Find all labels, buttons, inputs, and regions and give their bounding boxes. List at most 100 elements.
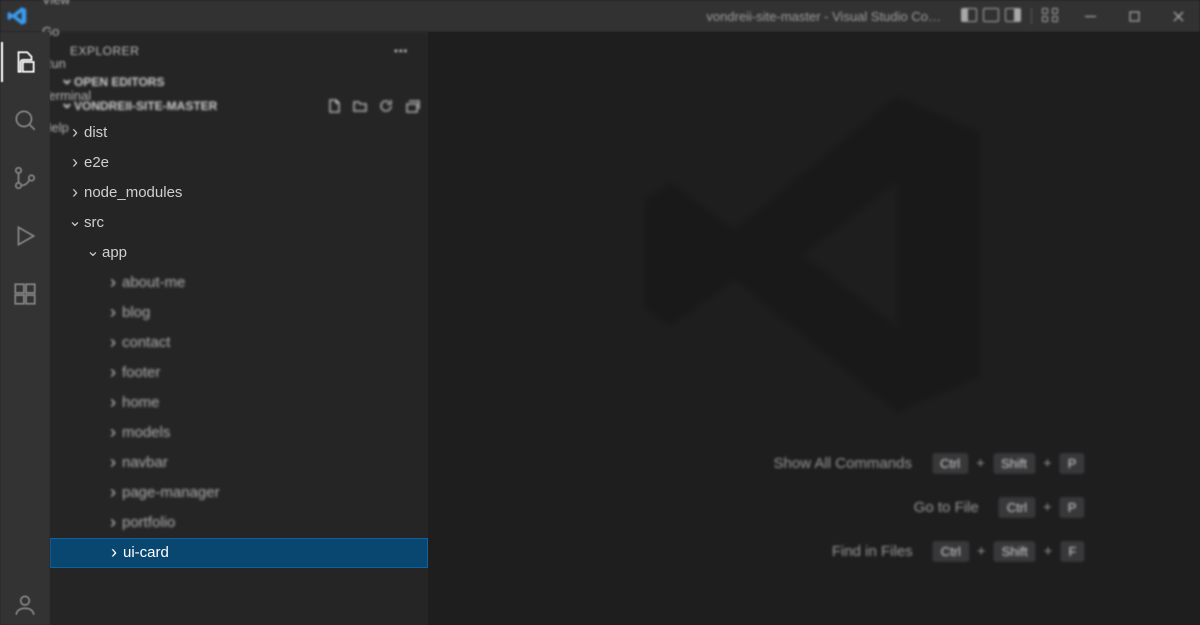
tree-item-blog[interactable]: blog: [50, 298, 428, 328]
shortcut-row: Show All CommandsCtrl+Shift+P: [564, 441, 1084, 485]
keycap: Ctrl: [932, 453, 968, 474]
editor-area: Show All Commands Ctrl + Shift + P Go to File C…: [428, 32, 1200, 625]
tree-item-label: about-me: [122, 268, 185, 298]
tree-item-ui-card[interactable]: ui-card: [50, 538, 428, 568]
window-minimize-button[interactable]: [1068, 0, 1112, 32]
chevron-right-icon: [104, 358, 122, 388]
window-controls: [1068, 0, 1200, 32]
chevron-down-icon: [66, 208, 84, 238]
tree-item-src[interactable]: src: [50, 208, 428, 238]
keycap: F: [1060, 541, 1084, 562]
shortcut-keys: Ctrl + P: [999, 497, 1085, 518]
window-title: vondreii-site-master - Visual Studio Co…: [696, 9, 951, 24]
tree-item-e2e[interactable]: e2e: [50, 148, 428, 178]
shortcut-label: Show All Commands: [774, 455, 912, 472]
shortcut-keys: Ctrl+Shift+P: [932, 453, 1084, 474]
titlebar: FileEditSelectionViewGoRunTerminalHelp v…: [0, 0, 1200, 32]
open-editors-section[interactable]: OPEN EDITORS: [50, 70, 428, 94]
file-tree[interactable]: diste2enode_modulessrcappabout-meblogcon…: [50, 118, 428, 625]
panel-bottom-icon[interactable]: [983, 8, 999, 22]
shortcut-row: Go to File Ctrl + P: [564, 485, 1084, 529]
chevron-right-icon: [66, 148, 84, 178]
activity-extensions-icon[interactable]: [1, 274, 49, 314]
open-editors-label: OPEN EDITORS: [74, 75, 164, 89]
layout-grid-icon[interactable]: [1042, 8, 1058, 22]
editor-layout-controls: [951, 8, 1068, 24]
collapse-all-icon[interactable]: [404, 98, 420, 114]
activity-explorer-icon[interactable]: [1, 42, 49, 82]
tree-item-label: home: [122, 388, 160, 418]
welcome-shortcuts: Show All Commands Ctrl + Shift + P Go to File C…: [564, 441, 1084, 573]
tree-item-label: contact: [122, 328, 170, 358]
menu-view[interactable]: View: [34, 0, 103, 16]
vscode-logo-icon: [0, 6, 34, 26]
keycap: Shift: [994, 541, 1036, 562]
shortcut-label: Go to File: [914, 499, 979, 516]
chevron-right-icon: [104, 478, 122, 508]
tree-item-label: e2e: [84, 148, 109, 178]
keycap: P: [1060, 453, 1085, 474]
project-label: VONDREII-SITE-MASTER: [74, 99, 217, 113]
plus-icon: +: [1044, 543, 1053, 560]
activity-search-icon[interactable]: [1, 100, 49, 140]
tree-item-about-me[interactable]: about-me: [50, 268, 428, 298]
tree-item-label: app: [102, 238, 127, 268]
shortcut-row: Find in Files Ctrl + Shift + F: [564, 529, 1084, 573]
refresh-icon[interactable]: [378, 98, 394, 114]
activity-run-debug-icon[interactable]: [1, 216, 49, 256]
tree-item-label: src: [84, 208, 104, 238]
chevron-down-icon: [60, 74, 74, 90]
chevron-right-icon: [104, 418, 122, 448]
panel-left-icon[interactable]: [961, 8, 977, 22]
window-maximize-button[interactable]: [1112, 0, 1156, 32]
window-close-button[interactable]: [1156, 0, 1200, 32]
tree-item-footer[interactable]: footer: [50, 358, 428, 388]
chevron-right-icon: [105, 538, 123, 568]
chevron-right-icon: [104, 268, 122, 298]
keycap: Ctrl: [999, 497, 1035, 518]
shortcut-label: Find in Files: [832, 543, 913, 560]
chevron-down-icon: [84, 238, 102, 268]
shortcut-keys: Ctrl + Shift + F: [933, 541, 1085, 562]
explorer-toolbar: [326, 98, 420, 114]
plus-icon: +: [1043, 499, 1052, 516]
tree-item-portfolio[interactable]: portfolio: [50, 508, 428, 538]
panel-right-icon[interactable]: [1005, 8, 1021, 22]
vscode-window: FileEditSelectionViewGoRunTerminalHelp v…: [0, 0, 1200, 625]
activity-source-control-icon[interactable]: [1, 158, 49, 198]
tree-item-label: navbar: [122, 448, 168, 478]
tree-item-node_modules[interactable]: node_modules: [50, 178, 428, 208]
project-section[interactable]: VONDREII-SITE-MASTER: [50, 94, 428, 118]
chevron-right-icon: [104, 388, 122, 418]
new-folder-icon[interactable]: [352, 98, 368, 114]
tree-item-navbar[interactable]: navbar: [50, 448, 428, 478]
tree-item-label: page-manager: [122, 478, 220, 508]
chevron-right-icon: [104, 298, 122, 328]
sidebar-more-icon[interactable]: •••: [394, 44, 408, 58]
vscode-watermark-icon: [634, 75, 994, 440]
activity-accounts-icon[interactable]: [1, 585, 49, 625]
tree-item-label: node_modules: [84, 178, 182, 208]
explorer-sidebar: EXPLORER ••• OPEN EDITORS VONDREII-SITE-…: [50, 32, 428, 625]
chevron-right-icon: [104, 328, 122, 358]
tree-item-contact[interactable]: contact: [50, 328, 428, 358]
tree-item-app[interactable]: app: [50, 238, 428, 268]
tree-item-page-manager[interactable]: page-manager: [50, 478, 428, 508]
tree-item-models[interactable]: models: [50, 418, 428, 448]
plus-icon: +: [1043, 455, 1052, 472]
chevron-right-icon: [104, 448, 122, 478]
tree-item-home[interactable]: home: [50, 388, 428, 418]
keycap: P: [1060, 497, 1085, 518]
plus-icon: +: [976, 455, 985, 472]
chevron-down-icon: [60, 98, 74, 114]
chevron-right-icon: [66, 178, 84, 208]
sidebar-title: EXPLORER •••: [50, 32, 428, 70]
sidebar-title-label: EXPLORER: [70, 44, 139, 58]
keycap: Ctrl: [933, 541, 969, 562]
tree-item-label: blog: [122, 298, 150, 328]
activity-bar: [0, 32, 50, 625]
tree-item-label: ui-card: [123, 538, 169, 568]
new-file-icon[interactable]: [326, 98, 342, 114]
plus-icon: +: [977, 543, 986, 560]
tree-item-dist[interactable]: dist: [50, 118, 428, 148]
